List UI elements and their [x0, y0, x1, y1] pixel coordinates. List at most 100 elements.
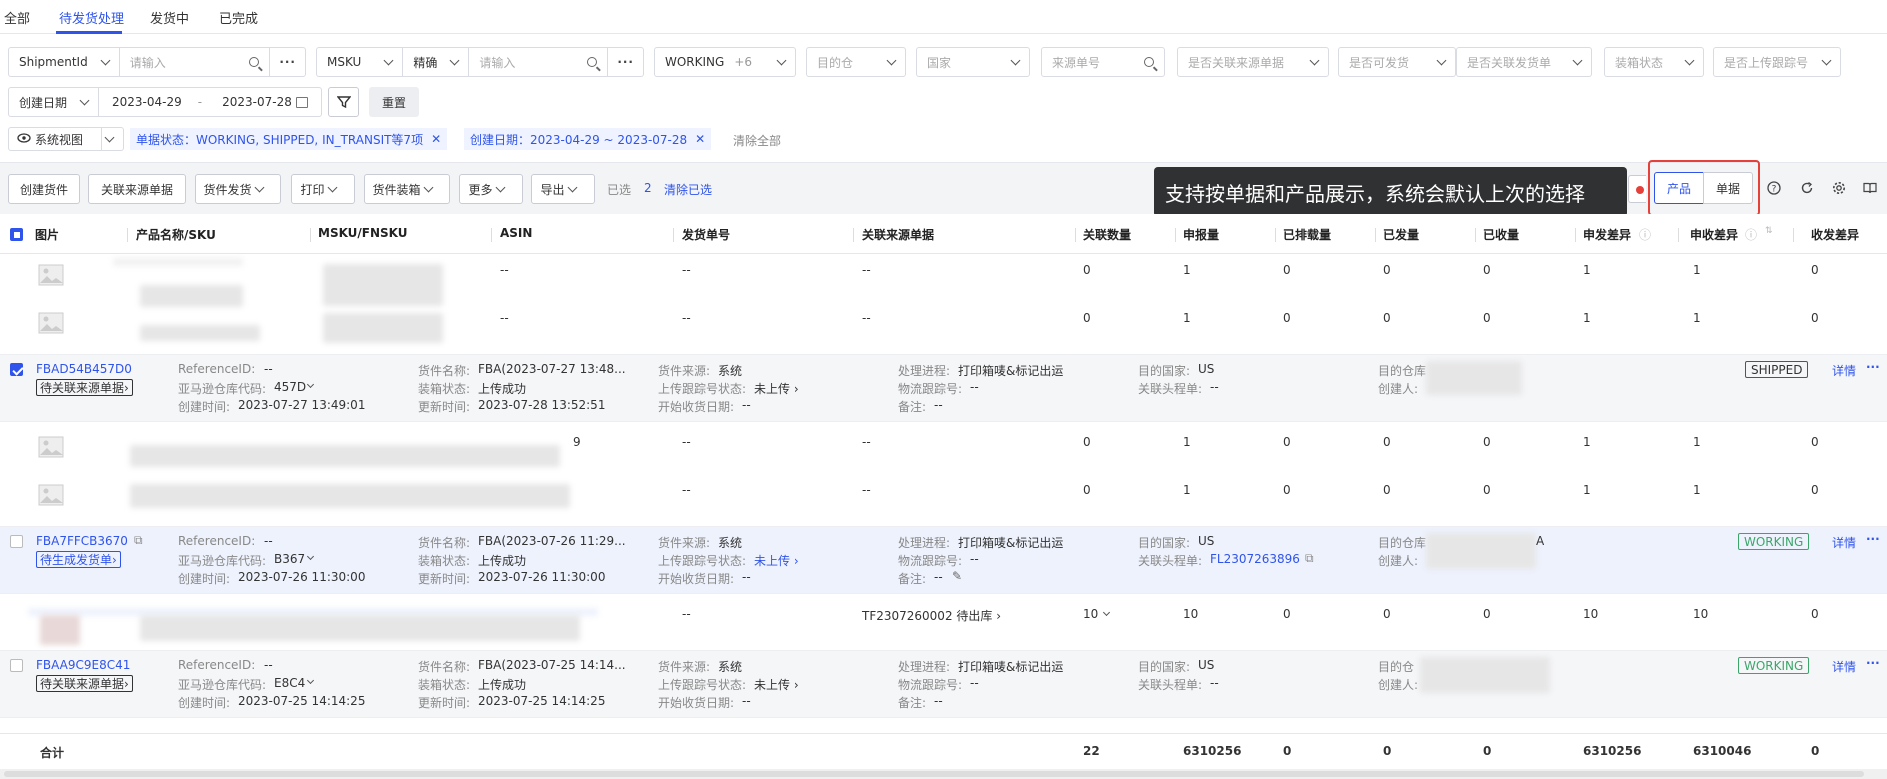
chevron-down-icon[interactable]: [306, 380, 315, 389]
export-button[interactable]: 导出: [531, 174, 595, 204]
more-options-icon[interactable]: ···: [270, 55, 305, 69]
help-icon[interactable]: ⓘ: [1639, 226, 1651, 243]
horizontal-scrollbar[interactable]: [0, 769, 1887, 779]
edit-icon[interactable]: ✎: [952, 569, 962, 583]
tracking-status-link[interactable]: 未上传 ›: [754, 380, 799, 397]
product-image-redacted: [40, 615, 80, 645]
close-icon[interactable]: ✕: [695, 132, 705, 146]
more-options-icon[interactable]: ···: [608, 55, 643, 69]
filter-icon-button[interactable]: [328, 87, 359, 117]
more-actions-icon[interactable]: ···: [1866, 360, 1880, 374]
detail-link[interactable]: 详情: [1832, 658, 1856, 675]
chevron-down-icon: [79, 95, 90, 106]
chevron-down-icon: [1309, 55, 1320, 66]
view-product-toggle[interactable]: 产品: [1654, 172, 1704, 204]
shipment-search-input[interactable]: 请输入: [120, 54, 250, 71]
chevron-down-icon: [776, 55, 787, 66]
tab-pending[interactable]: 待发货处理: [59, 8, 124, 27]
ship-shipment-button[interactable]: 货件发货: [195, 174, 281, 204]
book-icon[interactable]: [1862, 180, 1878, 196]
tab-shipping[interactable]: 发货中: [150, 8, 189, 27]
selected-label: 已选: [607, 183, 632, 197]
date-type-select[interactable]: 创建日期: [9, 94, 77, 111]
filter-chip-date: 创建日期：2023-04-29 ~ 2023-07-28 ✕: [464, 128, 712, 150]
related-ship-order-filter[interactable]: 是否关联发货单: [1456, 47, 1592, 77]
create-shipment-button[interactable]: 创建货件: [8, 174, 80, 204]
match-mode-select[interactable]: 精确: [403, 54, 447, 71]
product-info-redacted: [140, 615, 580, 641]
date-start-input[interactable]: 2023-04-29: [99, 95, 192, 109]
sort-icon[interactable]: ⇅: [1765, 226, 1773, 236]
date-range-filter: 创建日期 2023-04-29 - 2023-07-28: [8, 87, 322, 117]
row-checkbox[interactable]: [10, 659, 23, 672]
system-view-select[interactable]: 系统视图: [8, 127, 124, 151]
select-all-checkbox[interactable]: [10, 228, 23, 241]
chevron-down-icon[interactable]: [306, 676, 315, 685]
search-icon[interactable]: [249, 57, 260, 67]
pack-shipment-button[interactable]: 货件装箱: [364, 174, 450, 204]
svg-text:?: ?: [1772, 185, 1777, 195]
detail-link[interactable]: 详情: [1832, 362, 1856, 379]
dest-warehouse-filter[interactable]: 目的仓: [806, 47, 906, 77]
more-actions-icon[interactable]: ···: [1866, 656, 1880, 670]
shipment-field-select[interactable]: ShipmentId: [9, 55, 98, 69]
row-checkbox[interactable]: [10, 535, 23, 548]
detail-link[interactable]: 详情: [1832, 534, 1856, 551]
tracking-status-link[interactable]: 未上传 ›: [754, 552, 799, 569]
filter-chip-status: 单据状态：WORKING, SHIPPED, IN_TRANSIT等7项 ✕: [130, 128, 448, 150]
chevron-down-icon: [1821, 55, 1832, 66]
related-source-filter[interactable]: 是否关联来源单据: [1177, 47, 1329, 77]
source-order-link[interactable]: TF2307260002 待出库 ›: [862, 607, 1001, 624]
row-checkbox[interactable]: [10, 363, 23, 376]
more-button[interactable]: 更多: [459, 174, 523, 204]
action-status-button[interactable]: 待生成发货单 ›: [36, 551, 121, 568]
packing-status-filter[interactable]: 装箱状态: [1604, 47, 1704, 77]
close-icon[interactable]: ✕: [431, 132, 441, 146]
chevron-down-icon: [104, 132, 115, 143]
shipment-row: FBAD54B457D0 待关联来源单据 › ReferenceID: -- 亚马…: [0, 354, 1887, 422]
print-button[interactable]: 打印: [291, 174, 355, 204]
status-filter[interactable]: WORKING +6: [654, 47, 796, 77]
clear-all-link[interactable]: 清除全部: [733, 132, 781, 149]
settings-icon[interactable]: [1831, 180, 1847, 196]
status-badge: WORKING: [1738, 533, 1810, 550]
view-document-toggle[interactable]: 单据: [1703, 172, 1753, 204]
date-end-input[interactable]: 2023-07-28: [208, 95, 296, 109]
country-filter[interactable]: 国家: [916, 47, 1030, 77]
copy-icon[interactable]: ⧉: [134, 533, 143, 548]
tracking-status-link[interactable]: 未上传 ›: [754, 676, 799, 693]
warehouse-redacted: [1426, 533, 1536, 569]
shipment-id-link[interactable]: FBAA9C9E8C41: [36, 658, 130, 672]
shipment-id-link[interactable]: FBA7FFCB3670: [36, 534, 128, 548]
msku-search-input[interactable]: 请输入: [469, 54, 587, 71]
link-qty-dropdown[interactable]: 10: [1083, 607, 1119, 621]
chevron-down-icon: [495, 182, 505, 193]
clear-selected-link[interactable]: 清除已选: [664, 181, 712, 198]
refresh-icon[interactable]: [1799, 180, 1815, 196]
msku-field-select[interactable]: MSKU: [317, 55, 381, 69]
eye-icon: [9, 132, 31, 146]
tab-all[interactable]: 全部: [4, 8, 30, 27]
action-status-button[interactable]: 待关联来源单据 ›: [36, 675, 133, 692]
product-info-redacted: [130, 445, 560, 467]
search-icon[interactable]: [587, 57, 598, 67]
can-ship-filter[interactable]: 是否可发货: [1338, 47, 1456, 77]
tab-completed[interactable]: 已完成: [219, 8, 258, 27]
view-mode-tooltip: 支持按单据和产品展示，系统会默认上次的选择: [1154, 167, 1627, 217]
warehouse-redacted: [1426, 361, 1522, 395]
more-actions-icon[interactable]: ···: [1866, 532, 1880, 546]
status-badge: WORKING: [1738, 657, 1810, 674]
help-icon[interactable]: ?: [1766, 180, 1782, 196]
source-no-filter[interactable]: 来源单号: [1041, 47, 1165, 77]
upload-tracking-filter[interactable]: 是否上传跟踪号: [1713, 47, 1841, 77]
link-source-button[interactable]: 关联来源单据: [88, 174, 186, 204]
shipment-id-link[interactable]: FBAD54B457D0: [36, 362, 132, 376]
copy-icon[interactable]: ⧉: [1305, 551, 1314, 566]
action-status-button[interactable]: 待关联来源单据 ›: [36, 379, 133, 396]
help-icon[interactable]: ⓘ: [1745, 226, 1757, 243]
calendar-icon[interactable]: [295, 96, 308, 108]
reset-button[interactable]: 重置: [369, 87, 419, 117]
scrollbar-thumb[interactable]: [4, 771, 1864, 777]
chevron-down-icon[interactable]: [306, 552, 315, 561]
head-order-link[interactable]: FL2307263896: [1210, 552, 1300, 566]
